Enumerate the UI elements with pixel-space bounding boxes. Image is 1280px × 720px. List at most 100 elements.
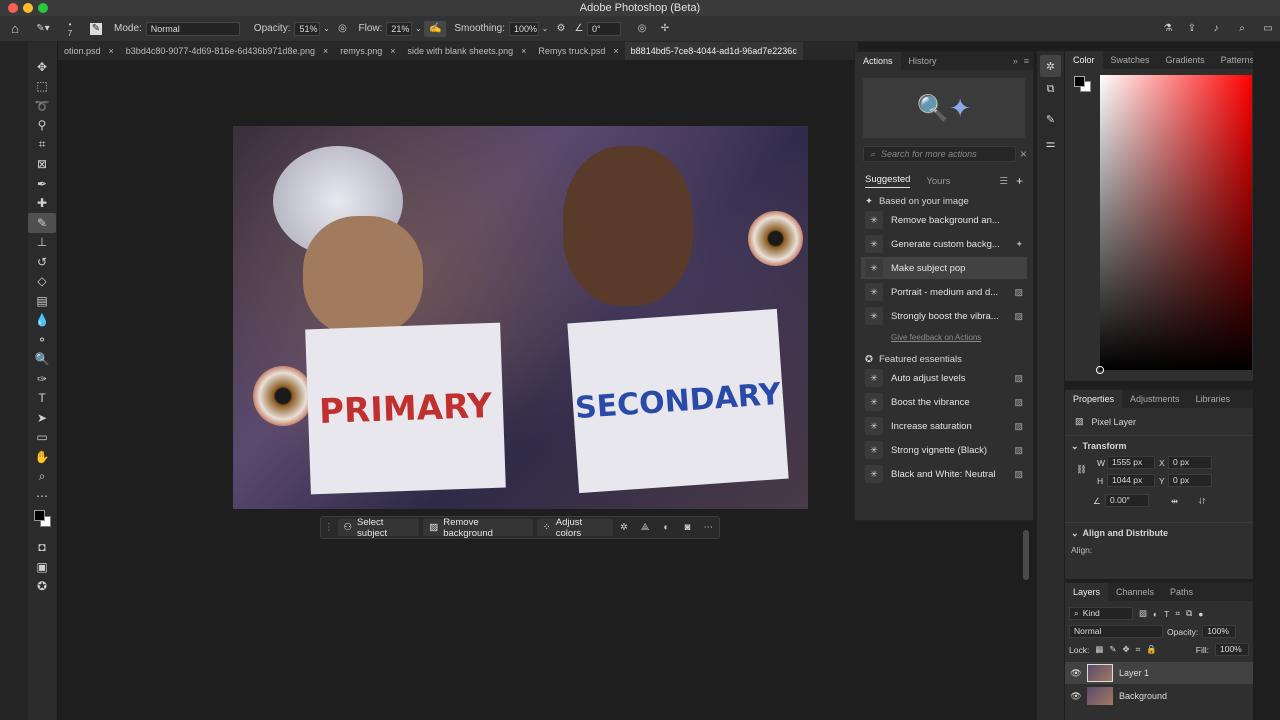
brush-size-picker[interactable]: • 7	[56, 20, 84, 38]
opacity-input[interactable]: 51%	[294, 21, 321, 36]
blur-tool-icon[interactable]: 💧	[28, 311, 56, 331]
maximize-window-button[interactable]	[38, 3, 48, 13]
document-canvas[interactable]: PRIMARY SECONDARY	[233, 126, 808, 509]
lock-pixels-icon[interactable]: ✎	[1109, 644, 1116, 655]
action-item[interactable]: ✳ Generate custom backg... ✦	[861, 233, 1027, 255]
color-picker-cursor[interactable]	[1096, 366, 1104, 374]
gear-icon[interactable]: ⚙	[551, 23, 571, 34]
visibility-eye-icon[interactable]: 👁	[1065, 691, 1087, 702]
hand-tool-icon[interactable]: ✋	[28, 447, 56, 467]
chevron-down-icon[interactable]: ⌄	[320, 24, 332, 33]
layer-opacity-input[interactable]: 100%	[1202, 625, 1237, 638]
eyedropper-tool-icon[interactable]: ✒	[28, 174, 56, 194]
x-input[interactable]: 0 px	[1168, 456, 1212, 469]
feedback-link[interactable]: Give feedback on Actions	[891, 333, 1033, 342]
camera-icon[interactable]: ◙	[677, 522, 698, 533]
pen-tool-icon[interactable]: ✑	[28, 369, 56, 389]
canvas-scrollbar-thumb[interactable]	[1023, 530, 1029, 580]
bell-icon[interactable]: ♪	[1204, 23, 1228, 34]
tab-channels[interactable]: Channels	[1108, 583, 1162, 601]
action-item[interactable]: ✳ Make subject pop	[861, 257, 1027, 279]
width-input[interactable]: 1555 px	[1107, 456, 1155, 469]
chevron-down-icon[interactable]: ⌄	[1071, 528, 1079, 539]
more-options-icon[interactable]: ⋯	[698, 522, 719, 533]
action-item[interactable]: ✳ Portrait - medium and d... ▨	[861, 281, 1027, 303]
height-input[interactable]: 1044 px	[1107, 474, 1155, 487]
brush-panel-icon[interactable]: ✎	[1037, 107, 1064, 131]
marquee-tool-icon[interactable]: ⬚	[28, 77, 56, 97]
object-selection-tool-icon[interactable]: ⚲	[28, 116, 56, 136]
document-tab[interactable]: remys.png ×	[334, 42, 401, 60]
pressure-size-icon[interactable]: ◎	[629, 23, 655, 34]
color-picker-field[interactable]	[1100, 75, 1252, 370]
lasso-tool-icon[interactable]: ➰	[28, 96, 56, 116]
lock-artboard-icon[interactable]: ⌗	[1136, 644, 1141, 655]
action-item[interactable]: ✳ Black and White: Neutral ▨	[861, 463, 1027, 485]
minimize-window-button[interactable]	[23, 3, 33, 13]
filter-smart-icon[interactable]: ⧉	[1186, 608, 1192, 619]
document-tab[interactable]: side with blank sheets.png ×	[402, 42, 533, 60]
tab-adjustments[interactable]: Adjustments	[1122, 390, 1188, 408]
visibility-eye-icon[interactable]: 👁	[1065, 668, 1087, 679]
history-panel-icon[interactable]: ⧉	[1037, 77, 1064, 101]
chevron-down-icon[interactable]: ⌄	[1071, 441, 1079, 452]
blend-mode-select[interactable]: Normal	[1069, 625, 1163, 638]
gradient-tool-icon[interactable]: ▤	[28, 291, 56, 311]
tab-actions[interactable]: Actions	[855, 52, 901, 70]
clone-stamp-tool-icon[interactable]: ⊥	[28, 233, 56, 253]
document-tab[interactable]: otion.psd ×	[58, 42, 120, 60]
fill-input[interactable]: 100%	[1215, 643, 1249, 656]
airbrush-icon[interactable]: ✍	[424, 20, 447, 37]
more-tools-icon[interactable]: ⋯	[28, 486, 56, 506]
mode-select[interactable]: Normal	[145, 21, 240, 36]
angle-input[interactable]: 0.00°	[1105, 494, 1149, 507]
close-icon[interactable]: ×	[1020, 147, 1027, 161]
dodge-tool-icon[interactable]: ⚬	[28, 330, 56, 350]
action-item[interactable]: ✳ Increase saturation ▨	[861, 415, 1027, 437]
lock-transparent-icon[interactable]: ▦	[1095, 644, 1103, 655]
healing-brush-tool-icon[interactable]: ✚	[28, 194, 56, 214]
zoom-tool-icon[interactable]: ⌕	[28, 467, 56, 487]
adjustment-icon[interactable]: ◐	[656, 522, 677, 533]
flow-input[interactable]: 21%	[386, 21, 413, 36]
adjust-colors-button[interactable]: ⁘ Adjust colors	[536, 517, 614, 539]
actions-search-input[interactable]: ⌕ Search for more actions	[863, 146, 1016, 162]
lock-all-icon[interactable]: 🔒	[1146, 644, 1157, 655]
y-input[interactable]: 0 px	[1168, 474, 1212, 487]
brush-settings-icon[interactable]: ✎	[90, 22, 102, 35]
drag-handle[interactable]: ⋮	[324, 522, 334, 533]
path-selection-tool-icon[interactable]: ➤	[28, 408, 56, 428]
chevron-down-icon[interactable]: ⌄	[539, 24, 551, 33]
screen-mode-icon[interactable]: ▣	[28, 557, 56, 577]
share-icon[interactable]: ⇪	[1180, 23, 1204, 34]
filter-shape-icon[interactable]: ⌗	[1175, 608, 1180, 619]
chevron-down-icon[interactable]: ⌄	[412, 24, 424, 33]
zoom-dodge-icon[interactable]: 🔍	[28, 350, 56, 370]
brush-preset-icon[interactable]: ✎▾	[30, 23, 56, 34]
tab-properties[interactable]: Properties	[1065, 390, 1123, 408]
tab-libraries[interactable]: Libraries	[1188, 390, 1239, 408]
link-icon[interactable]: ⛓	[1076, 464, 1087, 475]
flip-vertical-icon[interactable]: ⥯	[1199, 496, 1205, 507]
tab-swatches[interactable]: Swatches	[1103, 51, 1158, 69]
filter-type-icon[interactable]: T	[1164, 609, 1169, 619]
actions-panel-icon[interactable]: ✲	[1040, 55, 1061, 77]
type-tool-icon[interactable]: T	[28, 389, 56, 409]
eraser-tool-icon[interactable]: ◇	[28, 272, 56, 292]
sort-icon[interactable]: ☰	[999, 176, 1008, 187]
tab-paths[interactable]: Paths	[1162, 583, 1201, 601]
add-icon[interactable]: +	[1016, 174, 1023, 188]
kind-filter-select[interactable]: ⌕ Kind	[1069, 607, 1133, 620]
collapse-icon[interactable]: »	[1013, 56, 1018, 66]
brush-tool-icon[interactable]: ✎	[28, 213, 56, 233]
tab-color[interactable]: Color	[1065, 51, 1103, 69]
tab-gradients[interactable]: Gradients	[1158, 51, 1213, 69]
tab-history[interactable]: History	[901, 52, 945, 70]
action-item[interactable]: ✳ Strong vignette (Black) ▨	[861, 439, 1027, 461]
color-swatches[interactable]	[28, 506, 56, 538]
adjust-panel-icon[interactable]: ⚌	[1037, 131, 1064, 155]
filter-toggle-icon[interactable]: ●	[1198, 609, 1203, 619]
document-tab-active[interactable]: b8814bd5-7ce8-4044-ad1d-96ad7e2236c	[624, 42, 803, 60]
move-tool-icon[interactable]: ✥	[28, 57, 56, 77]
close-icon[interactable]: ×	[521, 42, 526, 60]
